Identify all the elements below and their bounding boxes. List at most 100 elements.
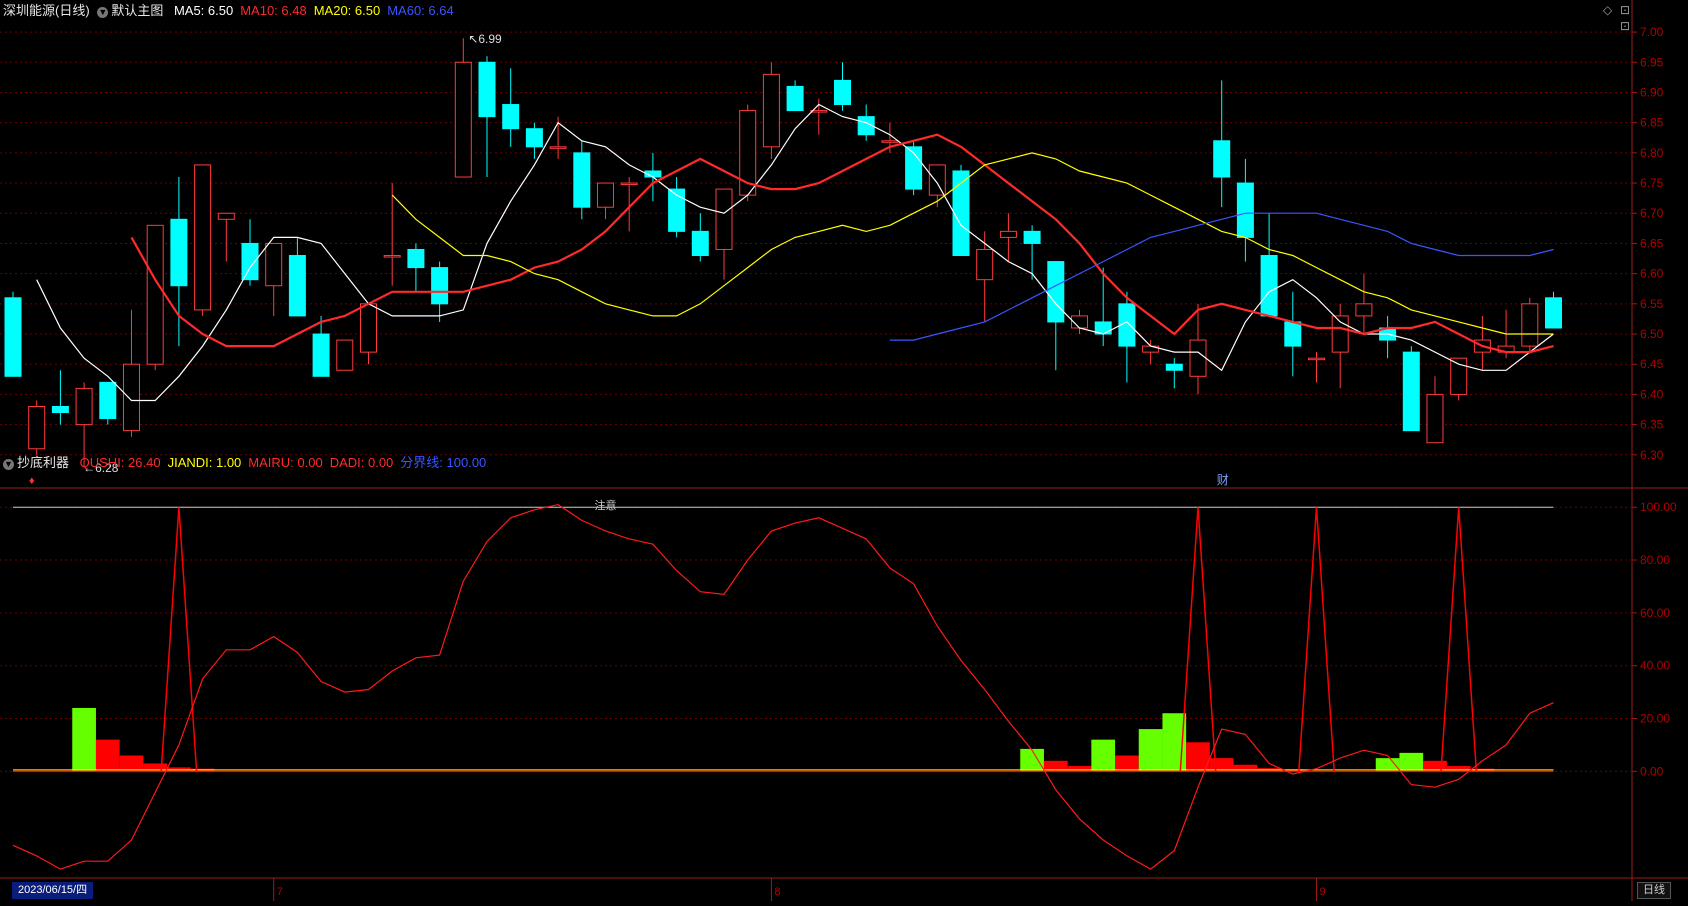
candle-body bbox=[1189, 339, 1207, 377]
candle[interactable] bbox=[976, 231, 994, 322]
indicator-bar bbox=[1233, 764, 1258, 772]
candle[interactable] bbox=[668, 177, 686, 238]
y-tick-label: 7.00 bbox=[1640, 25, 1664, 39]
candle-body bbox=[976, 248, 994, 281]
candle[interactable] bbox=[1023, 225, 1041, 280]
candle-body bbox=[1284, 321, 1302, 347]
y-tick-label: 6.30 bbox=[1640, 448, 1664, 462]
candle[interactable] bbox=[691, 213, 709, 262]
candle[interactable] bbox=[217, 212, 235, 262]
y-tick-label: 6.95 bbox=[1640, 55, 1664, 69]
candle[interactable] bbox=[478, 56, 496, 178]
candle-body bbox=[75, 387, 93, 426]
chart-window[interactable]: 7.00 6.95 6.90 6.85 6.80 6.75 6.70 6.65 6.60 6.55… bbox=[0, 0, 1688, 901]
candle[interactable] bbox=[1165, 358, 1183, 389]
candle[interactable] bbox=[1142, 340, 1160, 365]
candle[interactable] bbox=[1260, 213, 1278, 317]
candle[interactable] bbox=[51, 370, 69, 425]
legend-item: 分界线: 100.00 bbox=[400, 455, 487, 470]
indicator-bar bbox=[95, 739, 120, 772]
candle[interactable] bbox=[1284, 291, 1302, 377]
candle[interactable] bbox=[573, 140, 591, 220]
candle[interactable] bbox=[407, 243, 425, 292]
candle[interactable] bbox=[383, 183, 401, 286]
candle[interactable] bbox=[194, 164, 212, 316]
candle[interactable] bbox=[999, 213, 1017, 262]
candle[interactable] bbox=[786, 80, 804, 112]
candle[interactable] bbox=[739, 104, 757, 202]
candle-body bbox=[28, 405, 46, 450]
candle[interactable] bbox=[99, 381, 117, 425]
candle[interactable] bbox=[881, 122, 899, 153]
candle[interactable] bbox=[715, 188, 733, 280]
candle-body bbox=[360, 303, 377, 353]
indicator-bar bbox=[1446, 766, 1471, 772]
candle[interactable] bbox=[1236, 158, 1254, 262]
candle[interactable] bbox=[1521, 297, 1539, 353]
candle[interactable] bbox=[834, 62, 851, 111]
candle[interactable] bbox=[1355, 273, 1373, 335]
diamond-icon[interactable]: ◇ bbox=[1603, 3, 1612, 17]
y-tick-label: 6.65 bbox=[1640, 236, 1664, 250]
candle[interactable] bbox=[4, 291, 22, 377]
chart-canvas[interactable]: 7.00 6.95 6.90 6.85 6.80 6.75 6.70 6.65 6.60 6.55… bbox=[0, 0, 1688, 901]
legend-item: QUSHI: 26.40 bbox=[79, 455, 161, 470]
candle[interactable] bbox=[1189, 303, 1207, 395]
candle[interactable] bbox=[1118, 291, 1136, 383]
candle[interactable] bbox=[620, 177, 638, 232]
candle[interactable] bbox=[454, 38, 472, 178]
candle-body bbox=[620, 182, 638, 186]
candle-body bbox=[1236, 182, 1254, 238]
candle[interactable] bbox=[1402, 346, 1420, 432]
indicator-bar bbox=[1091, 739, 1116, 772]
candle-body bbox=[1023, 230, 1041, 244]
candle-body bbox=[786, 85, 804, 112]
candle[interactable] bbox=[1213, 80, 1231, 208]
template-dropdown[interactable]: ▼ 默认主图 bbox=[93, 3, 163, 18]
candle[interactable] bbox=[146, 224, 164, 371]
candle[interactable] bbox=[28, 400, 46, 455]
candle[interactable] bbox=[360, 303, 377, 365]
candle-body bbox=[123, 363, 140, 432]
period-tab[interactable]: 日线 bbox=[1637, 882, 1671, 899]
candle[interactable] bbox=[265, 242, 283, 316]
y-tick-label: 6.70 bbox=[1640, 206, 1664, 220]
candle[interactable] bbox=[1545, 291, 1562, 329]
symbol-name[interactable]: 深圳能源(日线) bbox=[3, 3, 90, 18]
candle[interactable] bbox=[123, 309, 140, 437]
event-marker-icon[interactable]: ♦ bbox=[29, 475, 35, 487]
indicator-dropdown[interactable]: ▼ 抄底利器 bbox=[3, 455, 69, 470]
maximize-icon[interactable]: ⊡ bbox=[1620, 3, 1630, 17]
candle-body bbox=[691, 230, 709, 257]
candle-body bbox=[1260, 255, 1278, 317]
candle[interactable] bbox=[1426, 376, 1444, 444]
month-label: 9 bbox=[1320, 886, 1326, 898]
candle[interactable] bbox=[1379, 315, 1397, 359]
indicator-bar bbox=[1020, 748, 1044, 772]
candle[interactable] bbox=[336, 339, 354, 371]
candle[interactable] bbox=[762, 62, 780, 159]
candle[interactable] bbox=[525, 122, 543, 159]
y-tick-label: 40.00 bbox=[1640, 659, 1670, 673]
finance-event-marker[interactable]: 财 bbox=[1217, 473, 1229, 487]
indicator-header: ▼ 抄底利器 QUSHI: 26.40 JIANDI: 1.00 MAIRU: 0.0… bbox=[3, 455, 500, 471]
legend-item: MA5: 6.50 bbox=[173, 3, 234, 18]
candle[interactable] bbox=[288, 237, 306, 317]
y-tick-label: 6.55 bbox=[1640, 297, 1664, 311]
ma5-line bbox=[36, 103, 1554, 402]
candle-body bbox=[573, 152, 591, 208]
candle[interactable] bbox=[597, 182, 614, 220]
candle[interactable] bbox=[1047, 261, 1065, 371]
candle-body bbox=[549, 146, 567, 149]
indicator-legend: QUSHI: 26.40 JIANDI: 1.00 MAIRU: 0.00 DADI:… bbox=[80, 455, 494, 470]
y-tick-label: 80.00 bbox=[1640, 553, 1670, 567]
mairu-spike bbox=[160, 507, 198, 772]
candle-body bbox=[928, 164, 946, 196]
candle[interactable] bbox=[241, 219, 259, 286]
restore-icon[interactable]: ⊡ bbox=[1620, 19, 1630, 33]
candle-body bbox=[217, 212, 235, 220]
y-tick-label: 6.60 bbox=[1640, 267, 1664, 281]
month-label: 7 bbox=[277, 886, 283, 898]
candle[interactable] bbox=[502, 68, 520, 147]
candle[interactable] bbox=[1308, 352, 1325, 383]
